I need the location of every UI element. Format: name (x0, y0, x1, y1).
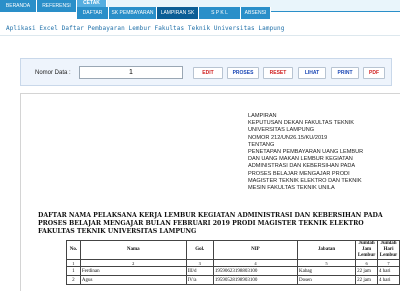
lampiran-line: DAN UANG MAKAN LEMBUR KEGIATAN (248, 156, 353, 163)
table-cell: 2 (66, 275, 81, 285)
subtab-lampiran-sk[interactable]: LAMPIRAN SK (157, 7, 199, 19)
table-cell: 19590528198903100 (212, 275, 298, 285)
print-button[interactable]: PRINT (331, 67, 359, 79)
lampiran-line: ADMINISTRASI DAN KEBERSIHAN PADA (248, 163, 356, 170)
table-cell: 1 (66, 266, 81, 276)
subtab-sk-pembayaran[interactable]: SK PEMBAYARAN (109, 7, 157, 19)
column-number: 6 (355, 259, 379, 267)
proses-button[interactable]: PROSES (227, 67, 259, 79)
column-number: 4 (212, 259, 298, 267)
column-header: Jabatan (296, 240, 357, 260)
lampiran-line: UNIVERSITAS LAMPUNG (248, 127, 315, 134)
edit-button[interactable]: EDIT (193, 67, 223, 79)
table-cell: Dosen (296, 275, 357, 285)
column-number: 2 (79, 259, 187, 267)
document-heading: DAFTAR NAMA PELAKSANA KERJA LEMBUR KEGIA… (38, 212, 383, 235)
table-cell: 4 hari (377, 275, 400, 285)
nomor-data-label: Nomor Data : (35, 70, 71, 76)
table-row: 2 Agus IV/a 19590528198903100 Dosen 22 j… (66, 275, 400, 285)
table-cell: Ferdinan (79, 266, 187, 276)
table-cell: IV/a (185, 275, 214, 285)
column-number: 3 (185, 259, 214, 267)
divider (0, 35, 400, 36)
column-header: Jumlah Jam Lembur (355, 240, 379, 260)
column-number: 1 (66, 259, 81, 267)
tab-cetak[interactable]: CETAK (77, 0, 107, 7)
table-cell: Agus (79, 275, 187, 285)
column-header: NIP (212, 240, 298, 260)
column-number-row: 1 2 3 4 5 6 7 (66, 259, 400, 267)
column-header: Jumlah Hari Lembur (377, 240, 400, 260)
tab-beranda[interactable]: BERANDA (0, 0, 37, 12)
lampiran-line: LAMPIRAN (248, 113, 277, 119)
subtab-absensi[interactable]: ABSENSI (241, 7, 271, 19)
lampiran-block: LAMPIRAN KEPUTUSAN DEKAN FAKULTAS TEKNIK… (248, 113, 363, 192)
subtab-daftar[interactable]: DAFTAR (77, 7, 109, 19)
nomor-data-input[interactable]: 1 (79, 66, 183, 79)
column-number: 7 (377, 259, 400, 267)
column-number: 5 (296, 259, 357, 267)
tab-referensi[interactable]: REFERENSI (37, 0, 77, 12)
lembur-table: No. Nama Gol. NIP Jabatan Jumlah Jam Lem… (66, 240, 400, 285)
lampiran-line: NOMOR 212/UN26.15/KU/2019 (248, 134, 328, 141)
lampiran-line: PROSES BELAJAR MENGAJAR PRODI (248, 170, 350, 177)
table-cell: 22 jam (355, 275, 379, 285)
lampiran-line: TENTANG (248, 141, 275, 148)
column-header: Gol. (185, 240, 214, 260)
subtab-spkl[interactable]: S P K L (199, 7, 241, 19)
table-cell: Kabag (296, 266, 357, 276)
column-header: No. (66, 240, 81, 260)
table-cell: 19590623198803100 (212, 266, 298, 276)
toolbar: Nomor Data : 1 EDIT PROSES RESET LIHAT P… (20, 58, 392, 86)
column-header: Nama (79, 240, 187, 260)
tab-bar: BERANDA REFERENSI CETAK DAFTAR SK PEMBAY… (0, 0, 400, 19)
table-cell: 22 jam (355, 266, 379, 276)
table-row: 1 Ferdinan III/d 19590623198803100 Kabag… (66, 266, 400, 276)
lampiran-line: MESIN FAKULTAS TEKNIK UNILA (248, 185, 335, 192)
table-cell: 4 hari (377, 266, 400, 276)
lihat-button[interactable]: LIHAT (298, 67, 326, 79)
lampiran-line: KEPUTUSAN DEKAN FAKULTAS TEKNIK (248, 120, 354, 127)
lampiran-line: PENETAPAN PEMBAYARAN UANG LEMBUR (248, 149, 364, 156)
app-title: Aplikasi Excel Daftar Pembayaran Lembur … (6, 25, 285, 32)
pdf-button[interactable]: PDF (363, 67, 385, 79)
table-cell: III/d (185, 266, 214, 276)
lampiran-line: MAGISTER TEKNIK ELEKTRO DAN TEKNIK (248, 177, 362, 184)
reset-button[interactable]: RESET (263, 67, 293, 79)
